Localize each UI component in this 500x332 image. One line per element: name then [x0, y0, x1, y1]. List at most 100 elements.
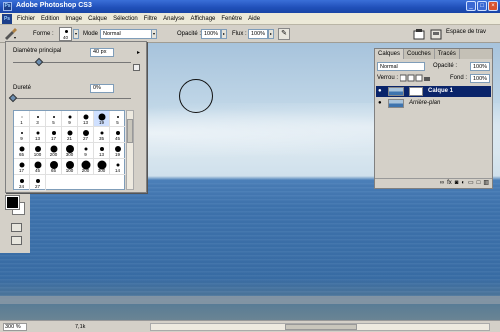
brush-preset-cell[interactable]: 3 [30, 111, 46, 127]
brush-preset-cell[interactable]: 19 [94, 111, 110, 127]
menu-aide[interactable]: Aide [245, 15, 263, 23]
brush-preset-cell[interactable]: 200 [46, 143, 62, 159]
fx-icon[interactable]: fx [447, 179, 452, 188]
tab-calques[interactable]: Calques [375, 49, 405, 59]
brush-preset-cell[interactable]: 300 [94, 159, 110, 175]
brush-tool-icon[interactable] [3, 28, 17, 40]
close-button[interactable]: × [488, 1, 498, 11]
brush-preset-cell[interactable]: 24 [14, 175, 30, 191]
trash-icon[interactable]: ▥ [483, 179, 489, 188]
app-icon[interactable]: Ps [2, 14, 12, 24]
brush-preset-size: 300 [65, 152, 74, 157]
brush-preset-cell[interactable]: 300 [62, 143, 78, 159]
title-bar: Ps Adobe Photoshop CS3 _ □ × [0, 0, 500, 13]
brush-preset-picker[interactable]: 40 [59, 27, 72, 41]
brush-preset-cell[interactable]: 100 [62, 159, 78, 175]
opacite-input[interactable]: 100% [201, 29, 221, 39]
minimize-button[interactable]: _ [466, 1, 476, 11]
layer-row-arriere-plan[interactable]: ● Arrière-plan [376, 98, 491, 109]
brush-preset-cell[interactable]: 9 [78, 143, 94, 159]
opacite-dropdown[interactable]: ▸ [221, 29, 227, 39]
brush-tip-icon [67, 130, 72, 136]
brush-preset-cell[interactable]: 5 [110, 111, 126, 127]
link-icon[interactable]: ∞ [440, 179, 444, 188]
durete-slider[interactable] [13, 98, 131, 99]
lock-options-icon[interactable] [400, 74, 432, 82]
durete-input[interactable]: 0% [90, 84, 114, 93]
panel-menu-icon[interactable]: ▸ [137, 49, 140, 56]
brush-preset-size: 27 [82, 136, 88, 141]
brush-preset-cell[interactable]: 17 [46, 127, 62, 143]
brush-preset-dropdown[interactable]: ▾ [73, 29, 79, 39]
layer-opacite-input[interactable]: 100% [470, 62, 490, 71]
brush-preset-size: 35 [98, 136, 104, 141]
mode-select[interactable]: Normal [100, 29, 152, 39]
brush-preset-cell[interactable]: 9 [14, 127, 30, 143]
menu-calque[interactable]: Calque [85, 15, 110, 23]
menu-selection[interactable]: Sélection [110, 15, 141, 23]
horizontal-scrollbar[interactable] [150, 323, 490, 331]
foreground-color-swatch[interactable] [5, 195, 20, 210]
brush-grid-scrollbar[interactable] [126, 110, 134, 190]
file-browser-icon[interactable] [413, 28, 425, 40]
visibility-eye-icon[interactable]: ● [378, 88, 384, 94]
brush-preset-cell[interactable]: 14 [110, 159, 126, 175]
palette-well-icon[interactable] [430, 28, 442, 40]
diametre-slider[interactable] [13, 62, 131, 63]
brush-preset-cell[interactable]: 19 [110, 143, 126, 159]
folder-icon[interactable]: ▭ [468, 179, 474, 188]
brush-preset-cell[interactable]: 17 [14, 159, 30, 175]
maximize-button[interactable]: □ [477, 1, 487, 11]
new-layer-icon[interactable]: □ [477, 179, 481, 188]
screen-mode-icon[interactable] [11, 236, 22, 245]
scrollbar-thumb[interactable] [285, 324, 357, 330]
flux-input[interactable]: 100% [248, 29, 268, 39]
menu-fenetre[interactable]: Fenêtre [218, 15, 245, 23]
layer-mask-thumbnail[interactable] [409, 87, 423, 96]
flux-dropdown[interactable]: ▸ [268, 29, 274, 39]
mask-icon[interactable]: ◙ [455, 179, 459, 188]
tab-traces[interactable]: Tracés [435, 49, 460, 59]
scrollbar-thumb[interactable] [127, 119, 133, 143]
brush-preset-cell[interactable]: 65 [14, 143, 30, 159]
forme-label: Forme : [33, 31, 54, 37]
new-preset-icon[interactable] [133, 64, 140, 71]
brush-preset-cell[interactable]: 27 [78, 127, 94, 143]
tab-couches[interactable]: Couches [404, 49, 435, 59]
brush-preset-cell[interactable]: 13 [30, 127, 46, 143]
mode-dropdown[interactable]: ▾ [151, 29, 157, 39]
brush-preset-cell[interactable]: 45 [110, 127, 126, 143]
menu-affichage[interactable]: Affichage [187, 15, 218, 23]
brush-preset-cell[interactable]: 27 [30, 175, 46, 191]
visibility-eye-icon[interactable]: ● [378, 100, 384, 106]
brush-preset-cell[interactable]: 13 [94, 143, 110, 159]
brush-preset-cell[interactable]: 65 [46, 159, 62, 175]
workspace-button[interactable]: Espace de trav [446, 29, 486, 35]
layer-blend-mode-select[interactable]: Normal [377, 62, 425, 71]
brush-preset-cell[interactable]: 100 [30, 143, 46, 159]
durete-slider-thumb[interactable] [8, 93, 18, 103]
fond-input[interactable]: 100% [470, 74, 490, 83]
menu-edition[interactable]: Edition [38, 15, 62, 23]
adjustment-icon[interactable]: ◐ [461, 179, 465, 188]
brush-preset-cell[interactable]: 200 [78, 159, 94, 175]
brush-preset-cell[interactable]: 35 [94, 127, 110, 143]
zoom-input[interactable]: 300 % [3, 323, 27, 331]
layer-row-calque-1[interactable]: ● Calque 1 [376, 86, 491, 97]
brush-preset-cell[interactable]: 45 [30, 159, 46, 175]
brush-preset-cell[interactable]: 9 [62, 111, 78, 127]
brush-preset-cell[interactable]: 13 [78, 111, 94, 127]
brush-preset-cell[interactable]: 21 [62, 127, 78, 143]
quick-mask-icon[interactable] [11, 223, 22, 232]
brush-preset-cell[interactable]: 1 [14, 111, 30, 127]
brush-preset-cell[interactable]: 5 [46, 111, 62, 127]
menu-image[interactable]: Image [62, 15, 85, 23]
menu-filtre[interactable]: Filtre [141, 15, 160, 23]
menu-fichier[interactable]: Fichier [14, 15, 38, 23]
diametre-slider-thumb[interactable] [34, 57, 44, 67]
brush-preset-size: 19 [98, 120, 104, 125]
airbrush-toggle-icon[interactable]: ✎ [278, 28, 290, 40]
menu-analyse[interactable]: Analyse [160, 15, 187, 23]
brush-preset-size: 13 [34, 136, 40, 141]
diametre-input[interactable]: 40 px [90, 48, 114, 57]
